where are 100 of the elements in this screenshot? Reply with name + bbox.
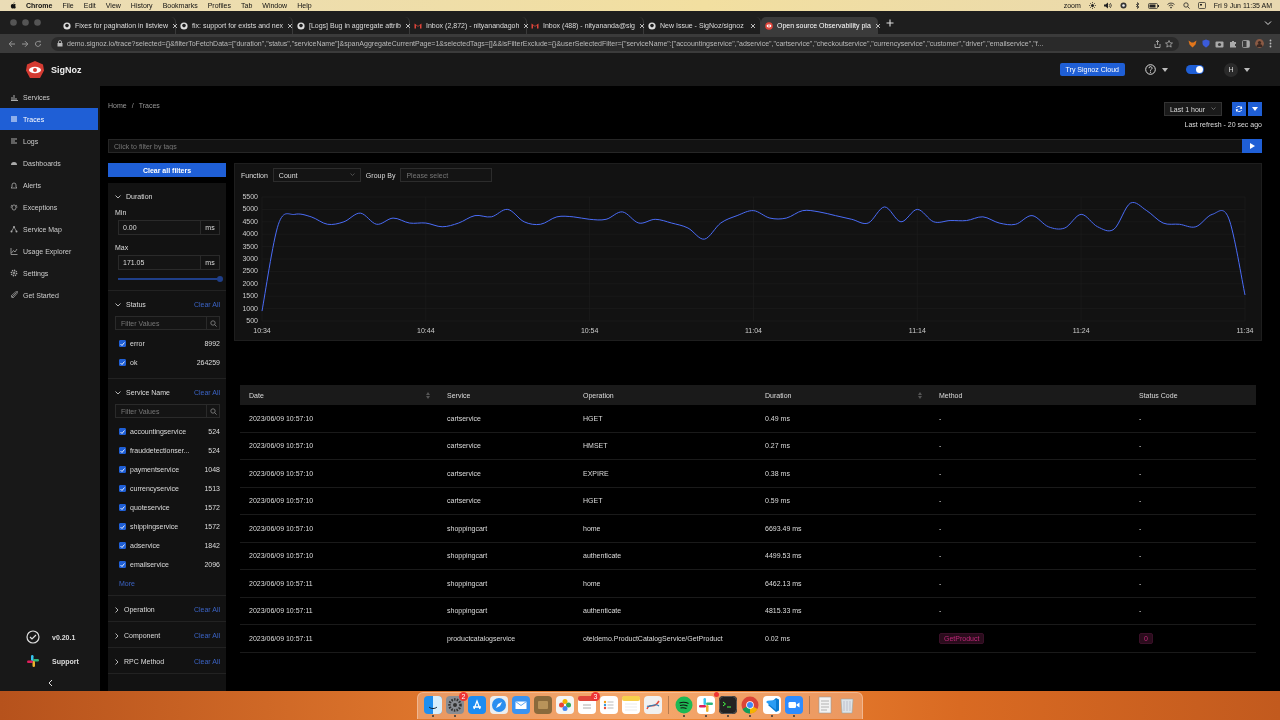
puzzle-icon[interactable] [1229, 39, 1237, 48]
chevron-right-icon[interactable] [115, 606, 119, 613]
help-icon[interactable] [1145, 64, 1156, 75]
checkbox[interactable] [119, 466, 126, 473]
star-icon[interactable] [1165, 39, 1173, 48]
check-circle-icon [26, 630, 40, 644]
theme-toggle[interactable] [1186, 65, 1204, 74]
search-icon[interactable] [1182, 2, 1190, 9]
control-icon[interactable] [1197, 2, 1206, 9]
dashboard-icon [10, 159, 18, 167]
browser-icon[interactable] [741, 696, 759, 714]
search-button[interactable] [207, 316, 220, 330]
chevron-right-icon[interactable] [115, 632, 119, 639]
github-icon [63, 21, 71, 30]
checkbox[interactable] [119, 504, 126, 511]
checkbox[interactable] [119, 359, 126, 366]
fox-icon[interactable] [1188, 39, 1197, 48]
app-icon[interactable] [644, 696, 662, 714]
forward-icon[interactable] [21, 39, 29, 48]
lock-icon [57, 40, 63, 47]
network-icon [10, 225, 18, 233]
check-icon [120, 429, 125, 434]
close-icon[interactable] [287, 22, 294, 29]
checkbox[interactable] [119, 340, 126, 347]
checkbox[interactable] [119, 447, 126, 454]
checkbox[interactable] [119, 542, 126, 549]
video-camera-icon[interactable] [785, 696, 803, 714]
checkbox[interactable] [119, 561, 126, 568]
close-icon[interactable] [874, 22, 881, 29]
envelope-icon[interactable] [512, 696, 530, 714]
list-icon [10, 115, 18, 123]
flower-icon[interactable] [556, 696, 574, 714]
caret-icon[interactable] [1244, 67, 1250, 72]
share-icon[interactable] [1154, 39, 1161, 48]
check-icon [120, 448, 125, 453]
chevron-down-icon[interactable] [1264, 19, 1272, 26]
caret-icon[interactable] [1162, 67, 1168, 72]
more-icon[interactable] [1269, 39, 1272, 48]
dropdown-button[interactable] [1248, 102, 1262, 116]
plus-icon[interactable] [886, 18, 894, 27]
check-icon [120, 505, 125, 510]
close-icon[interactable] [523, 22, 530, 29]
close-icon[interactable] [404, 22, 411, 29]
close-icon[interactable] [750, 22, 756, 29]
bar-chart-icon [10, 93, 18, 101]
reload-icon[interactable] [34, 39, 42, 48]
lines-icon [10, 137, 18, 145]
logo-text: SigNoz [51, 64, 82, 75]
run-query-button[interactable] [1242, 139, 1262, 153]
mail-icon [531, 21, 539, 30]
record-icon[interactable] [1119, 2, 1127, 9]
collapse-icon[interactable] [47, 679, 53, 687]
music-icon[interactable] [675, 696, 693, 714]
search-icon [209, 407, 217, 415]
rocket-icon [10, 291, 18, 299]
face-icon[interactable] [424, 696, 442, 714]
check-icon [120, 341, 125, 346]
check-icon [120, 467, 125, 472]
close-icon[interactable] [638, 22, 645, 29]
checkbox[interactable] [119, 485, 126, 492]
search-button[interactable] [207, 404, 220, 418]
back-icon[interactable] [8, 39, 16, 48]
hash-icon[interactable] [26, 654, 40, 668]
refresh-button[interactable] [1232, 102, 1246, 116]
terminal-icon[interactable] [719, 696, 737, 714]
eye-logo-icon [25, 59, 45, 80]
apple-icon[interactable] [10, 2, 16, 9]
chevron-down-icon[interactable] [115, 390, 121, 395]
calendar-icon[interactable] [578, 696, 596, 714]
play-icon [1249, 143, 1255, 149]
caret-icon [1252, 107, 1258, 111]
app-icon[interactable] [468, 696, 486, 714]
wifi-icon[interactable] [1166, 2, 1175, 9]
close-icon[interactable] [172, 22, 178, 29]
chevron-down-icon[interactable] [115, 194, 121, 199]
mail-icon [414, 21, 422, 30]
bluetooth-icon[interactable] [1134, 2, 1140, 9]
hash-icon[interactable] [697, 696, 715, 714]
check-icon [120, 360, 125, 365]
check-icon [120, 486, 125, 491]
code-editor-icon[interactable] [763, 696, 781, 714]
battery-icon[interactable] [1147, 2, 1159, 9]
sun-icon[interactable] [1088, 2, 1096, 9]
profile-avatar-icon[interactable] [1255, 39, 1264, 48]
speaker-icon[interactable] [1103, 2, 1112, 9]
compass-icon[interactable] [490, 696, 508, 714]
camera-icon[interactable] [1215, 39, 1224, 48]
refresh-icon [1235, 105, 1243, 113]
chevron-down-icon[interactable] [115, 302, 121, 307]
chevron-right-icon[interactable] [115, 658, 119, 665]
list-icon[interactable] [600, 696, 618, 714]
line-chart-icon [10, 247, 18, 255]
github-icon [180, 21, 188, 30]
checkbox[interactable] [119, 428, 126, 435]
gear-icon[interactable] [446, 696, 464, 714]
check-icon [120, 562, 125, 567]
search-icon [209, 319, 217, 327]
checkbox[interactable] [119, 523, 126, 530]
sidebar-icon[interactable] [1242, 39, 1250, 48]
check-icon [120, 524, 125, 529]
